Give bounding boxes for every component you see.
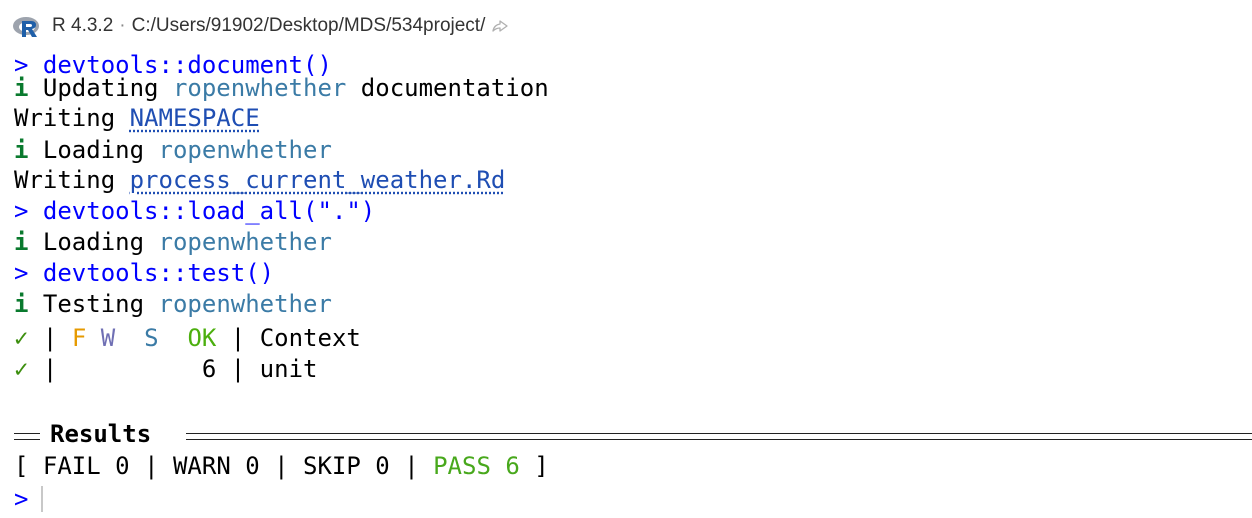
ok-column-header: OK [187, 324, 217, 352]
prompt: > [14, 197, 29, 225]
message-text: Updating [42, 74, 159, 102]
console-input-line[interactable]: > [14, 483, 28, 515]
pipe: | [230, 355, 246, 383]
message-text: Writing [14, 166, 116, 194]
console-title: R 4.3.2 · C:/Users/91902/Desktop/MDS/534pr… [52, 15, 509, 37]
summary-skip: SKIP 0 [303, 452, 390, 480]
file-link-rd[interactable]: process_current_weather.Rd [130, 166, 506, 194]
info-icon: i [14, 290, 29, 318]
pipe: | [42, 324, 58, 352]
pipe: | [230, 324, 246, 352]
message-text: Loading [42, 136, 145, 164]
pipe: | [404, 452, 419, 480]
title-separator: · [119, 15, 126, 36]
check-icon: ✓ [14, 324, 29, 352]
r-version: R 4.3.2 [52, 15, 114, 36]
context-column-header: Context [259, 324, 361, 352]
summary-open-bracket: [ [14, 452, 29, 480]
pipe: | [274, 452, 289, 480]
command-text: devtools::load_all(".") [42, 197, 376, 225]
command-text: devtools::test() [42, 259, 275, 287]
info-icon: i [14, 136, 29, 164]
skip-column-header: S [144, 324, 159, 352]
message-text: Testing [42, 290, 145, 318]
message-text: documentation [360, 74, 549, 102]
go-to-directory-icon[interactable] [491, 19, 509, 33]
console-line-updating: i Updating ropenwhether documentation [14, 72, 549, 104]
message-text: Loading [42, 228, 145, 256]
console-header: R 4.3.2 · C:/Users/91902/Desktop/MDS/534pr… [0, 0, 1252, 52]
console-line-loading: i Loading ropenwhether [14, 134, 332, 166]
console-line-test: > devtools::test() [14, 257, 274, 289]
results-summary: [ FAIL 0 | WARN 0 | SKIP 0 | PASS 6 ] [14, 450, 549, 482]
package-name: ropenwhether [158, 228, 332, 256]
results-rule-left [14, 433, 40, 440]
text-cursor [41, 486, 43, 512]
package-name: ropenwhether [158, 136, 332, 164]
pipe: | [42, 355, 58, 383]
package-name: ropenwhether [158, 290, 332, 318]
r-logo-icon [13, 17, 39, 37]
console-line-writing-rd: Writing process_current_weather.Rd [14, 164, 505, 196]
console-line-loading-2: i Loading ropenwhether [14, 226, 332, 258]
package-name: ropenwhether [172, 74, 347, 102]
prompt: > [14, 485, 29, 513]
fail-column-header: F [71, 324, 87, 352]
test-table-row: ✓ | 6 | unit [14, 353, 317, 385]
console-line-load-all: > devtools::load_all(".") [14, 195, 375, 227]
check-icon: ✓ [14, 355, 29, 383]
summary-fail: FAIL 0 [42, 452, 130, 480]
results-rule [186, 433, 1252, 440]
console-output[interactable]: > devtools::document() i Updating ropenw… [0, 0, 1252, 518]
info-icon: i [14, 228, 29, 256]
working-directory: C:/Users/91902/Desktop/MDS/534project/ [131, 15, 486, 36]
test-table-header: ✓ | F W S OK | Context [14, 322, 361, 354]
prompt: > [14, 259, 29, 287]
info-icon: i [14, 74, 29, 102]
summary-warn: WARN 0 [172, 452, 260, 480]
message-text: Writing [14, 104, 116, 132]
pipe: | [144, 452, 159, 480]
summary-pass: PASS 6 [433, 452, 520, 480]
file-link-namespace[interactable]: NAMESPACE [130, 104, 260, 132]
results-heading: Results [50, 420, 152, 448]
summary-close-bracket: ] [534, 452, 549, 480]
console-line-testing: i Testing ropenwhether [14, 288, 332, 320]
context-name: unit [259, 355, 318, 383]
console-line-writing-namespace: Writing NAMESPACE [14, 102, 260, 134]
warn-column-header: W [100, 324, 116, 352]
ok-count: 6 [201, 355, 217, 383]
